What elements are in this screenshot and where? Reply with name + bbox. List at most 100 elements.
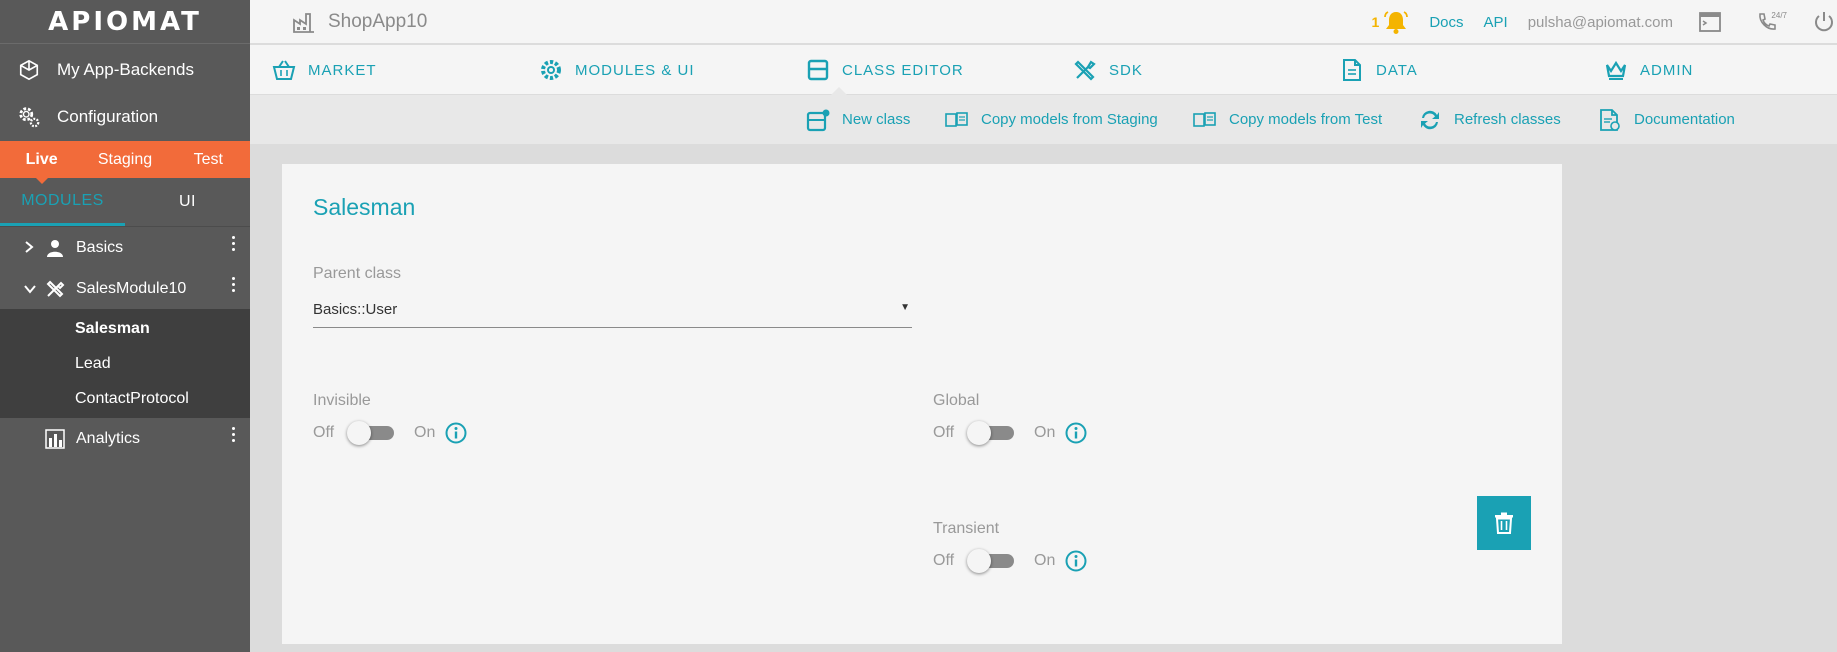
global-toggle-row: Off On	[933, 418, 1087, 448]
docs-link[interactable]: Docs	[1429, 14, 1463, 31]
action-label: Documentation	[1634, 111, 1735, 128]
basket-icon	[272, 58, 296, 82]
nav-label: DATA	[1376, 61, 1418, 79]
invisible-switch[interactable]	[347, 421, 395, 445]
action-label: New class	[842, 111, 911, 128]
documentation-icon	[1598, 108, 1622, 132]
refresh-classes-button[interactable]: Refresh classes	[1418, 95, 1561, 144]
logo-text: APIOMAT	[48, 6, 202, 37]
power-icon[interactable]	[1811, 9, 1837, 35]
global-switch[interactable]	[967, 421, 1015, 445]
invisible-toggle-row: Off On	[313, 418, 467, 448]
class-item-salesman[interactable]: Salesman	[0, 311, 250, 346]
document-icon	[1340, 58, 1364, 82]
toggle-on-label: On	[1034, 552, 1056, 569]
nav-label: ADMIN	[1640, 61, 1694, 79]
delete-class-button[interactable]	[1477, 496, 1531, 550]
factory-icon	[292, 10, 316, 34]
user-email[interactable]: pulsha@apiomat.com	[1528, 14, 1673, 31]
trash-icon	[1494, 512, 1514, 534]
copy-from-test-button[interactable]: Copy models from Test	[1193, 95, 1382, 144]
nav-label: MARKET	[308, 61, 377, 79]
nav-market[interactable]: MARKET	[272, 45, 377, 95]
env-tab-staging[interactable]: Staging	[83, 141, 166, 178]
sidebar: APIOMAT My App-Backends Configuration Li…	[0, 0, 250, 652]
transient-label: Transient	[933, 520, 1000, 537]
sidebar-link-configuration[interactable]: Configuration	[0, 93, 250, 140]
tools-icon	[44, 278, 66, 300]
environment-tabs: Live Staging Test	[0, 141, 250, 184]
bell-icon[interactable]	[1383, 9, 1409, 35]
class-item-contactprotocol[interactable]: ContactProtocol	[0, 381, 250, 416]
api-link[interactable]: API	[1484, 14, 1508, 31]
module-item-salesmodule10[interactable]: SalesModule10	[0, 268, 250, 309]
class-item-lead[interactable]: Lead	[0, 346, 250, 381]
invisible-label: Invisible	[313, 392, 371, 409]
parent-class-value: Basics::User	[313, 301, 398, 318]
nav-sdk[interactable]: SDK	[1073, 45, 1143, 95]
nav-label: CLASS EDITOR	[842, 61, 964, 79]
copy-from-staging-button[interactable]: Copy models from Staging	[945, 95, 1158, 144]
crown-icon	[1604, 58, 1628, 82]
sidebar-link-label: Configuration	[57, 106, 159, 126]
toggle-off-label: Off	[313, 424, 335, 441]
refresh-icon	[1418, 108, 1442, 132]
nav-class-editor[interactable]: CLASS EDITOR	[806, 45, 964, 96]
gear-icon	[539, 58, 563, 82]
support-phone-icon[interactable]: 24/7	[1747, 9, 1787, 35]
global-label: Global	[933, 392, 980, 409]
nav-label: MODULES & UI	[575, 61, 695, 79]
nav-data[interactable]: DATA	[1340, 45, 1418, 95]
env-tab-live[interactable]: Live	[0, 141, 83, 184]
tab-modules[interactable]: MODULES	[0, 178, 125, 226]
cube-icon	[17, 58, 41, 82]
info-icon[interactable]	[1065, 422, 1087, 444]
copy-icon	[1193, 108, 1217, 132]
action-label: Copy models from Staging	[981, 111, 1158, 128]
new-class-button[interactable]: New class	[806, 95, 910, 144]
info-icon[interactable]	[1065, 550, 1087, 572]
nav-label: SDK	[1109, 61, 1143, 79]
console-icon[interactable]	[1697, 9, 1723, 35]
module-item-basics[interactable]: Basics	[0, 227, 250, 268]
copy-icon	[945, 108, 969, 132]
sidebar-link-my-app-backends[interactable]: My App-Backends	[0, 46, 250, 93]
notification-count: 1	[1371, 14, 1380, 30]
module-item-analytics[interactable]: Analytics	[0, 418, 250, 459]
class-editor-actions: New class Copy models from Staging Copy …	[250, 95, 1837, 144]
class-editor-icon	[806, 58, 830, 82]
tools-icon	[1073, 58, 1097, 82]
dropdown-arrow-icon: ▼	[900, 302, 910, 313]
info-icon[interactable]	[445, 422, 467, 444]
class-settings-card: Salesman Parent class Basics::User ▼ Inv…	[282, 164, 1562, 644]
main-nav: MARKET MODULES & UI CLASS EDITOR SDK DAT…	[250, 45, 1837, 96]
tab-ui[interactable]: UI	[125, 178, 250, 226]
top-right-actions: 1 Docs API pulsha@apiomat.com 24/7	[1372, 0, 1837, 44]
class-list: Salesman Lead ContactProtocol	[0, 309, 250, 418]
env-tab-test[interactable]: Test	[167, 141, 250, 178]
analytics-icon	[44, 428, 66, 450]
kebab-menu-icon[interactable]	[232, 427, 236, 442]
user-icon	[44, 237, 66, 259]
app-selector[interactable]: ShopApp10	[292, 10, 427, 34]
toggle-on-label: On	[1034, 424, 1056, 441]
apiomat-logo[interactable]: APIOMAT	[0, 0, 250, 44]
toggle-off-label: Off	[933, 552, 955, 569]
nav-admin[interactable]: ADMIN	[1604, 45, 1693, 95]
nav-modules-ui[interactable]: MODULES & UI	[539, 45, 695, 95]
app-name: ShopApp10	[328, 10, 428, 32]
kebab-menu-icon[interactable]	[232, 277, 236, 292]
module-tabs: MODULES UI	[0, 178, 250, 227]
module-label: SalesModule10	[76, 279, 187, 297]
gears-icon	[17, 105, 41, 129]
parent-class-select[interactable]: Basics::User ▼	[313, 294, 912, 328]
chevron-right-icon[interactable]	[24, 240, 38, 256]
transient-toggle-row: Off On	[933, 546, 1087, 576]
action-label: Refresh classes	[1454, 111, 1561, 128]
kebab-menu-icon[interactable]	[232, 236, 236, 251]
action-label: Copy models from Test	[1229, 111, 1383, 128]
module-label: Analytics	[76, 429, 141, 447]
chevron-down-icon[interactable]	[24, 281, 38, 297]
transient-switch[interactable]	[967, 549, 1015, 573]
documentation-button[interactable]: Documentation	[1598, 95, 1735, 144]
